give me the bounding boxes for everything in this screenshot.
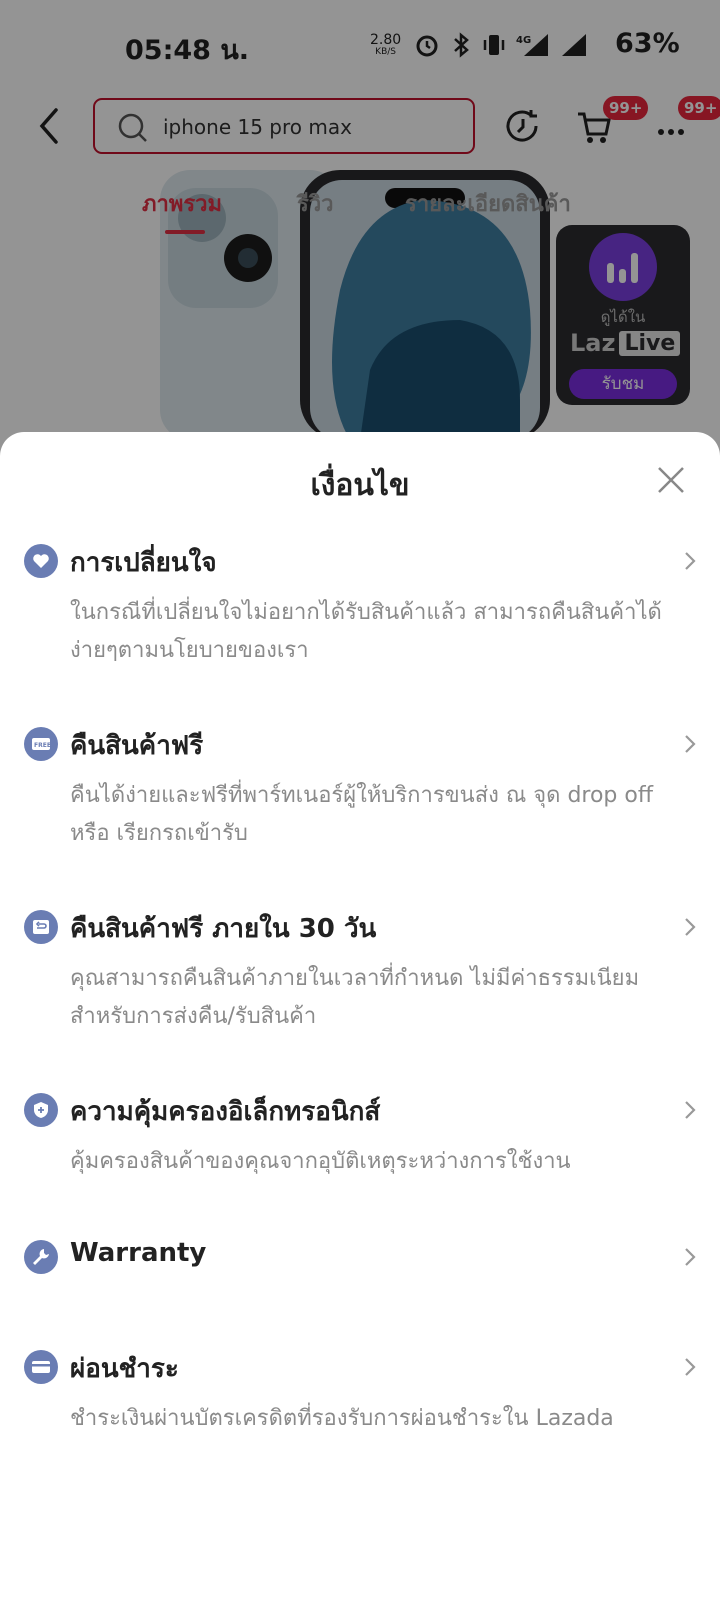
return-box-icon [24,910,58,944]
free-return-icon: FREE [24,727,58,761]
condition-desc: คืนได้ง่ายและฟรีที่พาร์ทเนอร์ผู้ให้บริกา… [70,783,654,846]
shield-icon [24,1093,58,1127]
condition-title: Warranty [70,1238,207,1268]
wrench-icon [24,1240,58,1274]
svg-text:FREE: FREE [34,742,51,749]
card-icon [24,1350,58,1384]
chevron-right-icon [685,918,696,936]
condition-title: คืนสินค้าฟรี [70,731,204,761]
close-button[interactable] [655,464,687,496]
close-icon [658,467,684,493]
chevron-right-icon [685,552,696,570]
condition-title: คืนสินค้าฟรี ภายใน 30 วัน [70,914,377,944]
condition-desc: คุณสามารถคืนสินค้าภายในเวลาที่กำหนด ไม่ม… [70,966,640,1029]
sheet-title: เงื่อนไข [310,468,410,503]
condition-title: ความคุ้มครองอิเล็กทรอนิกส์ [70,1097,381,1127]
chevron-right-icon [685,1358,696,1376]
condition-title: ผ่อนชำระ [70,1354,179,1384]
condition-desc: ในกรณีที่เปลี่ยนใจไม่อยากได้รับสินค้าแล้… [70,600,662,663]
conditions-sheet: เงื่อนไข การเปลี่ยนใจ ในกรณีที่เปลี่ยนใจ… [0,432,720,1600]
condition-desc: คุ้มครองสินค้าของคุณจากอุบัติเหตุระหว่าง… [70,1149,571,1174]
chevron-right-icon [685,1101,696,1119]
heart-icon [24,544,58,578]
chevron-right-icon [685,735,696,753]
chevron-right-icon [685,1248,696,1266]
condition-desc: ชำระเงินผ่านบัตรเครดิตที่รองรับการผ่อนชำ… [70,1406,614,1431]
condition-title: การเปลี่ยนใจ [70,548,217,578]
